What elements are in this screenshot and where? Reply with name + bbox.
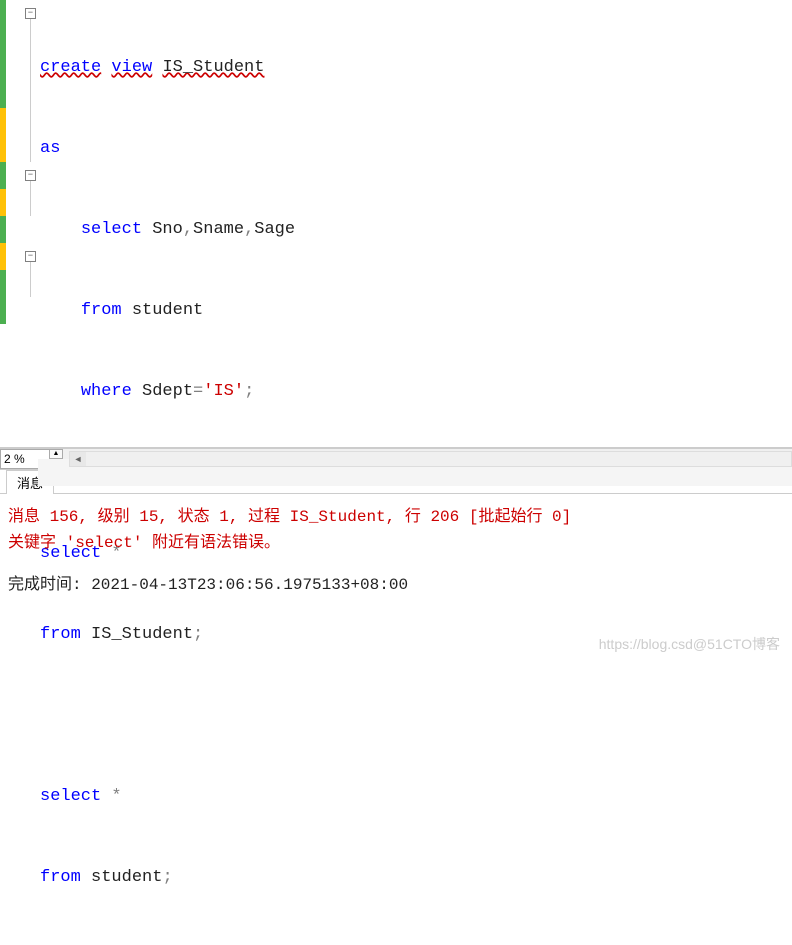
fold-toggle-icon[interactable]: − bbox=[25, 8, 36, 19]
code-editor[interactable]: − − − create view IS_Student as select S… bbox=[0, 0, 792, 448]
fold-toggle-icon[interactable]: − bbox=[25, 170, 36, 181]
code-text[interactable]: create view IS_Student as select Sno,Sna… bbox=[38, 0, 792, 447]
messages-panel[interactable]: 消息 156, 级别 15, 状态 1, 过程 IS_Student, 行 20… bbox=[0, 494, 792, 608]
scroll-left-icon[interactable]: ◄ bbox=[70, 452, 86, 466]
completion-time: 完成时间: 2021-04-13T23:06:56.1975133+08:00 bbox=[8, 572, 784, 598]
horizontal-scrollbar[interactable]: ◄ bbox=[69, 451, 792, 467]
error-message: 消息 156, 级别 15, 状态 1, 过程 IS_Student, 行 20… bbox=[8, 504, 784, 530]
error-message: 关键字 'select' 附近有语法错误。 bbox=[8, 530, 784, 556]
change-gutter bbox=[0, 0, 24, 447]
zoom-bar: ▲ ▼ ◄ bbox=[0, 448, 792, 470]
fold-gutter: − − − bbox=[24, 0, 38, 447]
fold-toggle-icon[interactable]: − bbox=[25, 251, 36, 262]
watermark: https://blog.csd@51CTO博客 bbox=[599, 634, 780, 654]
